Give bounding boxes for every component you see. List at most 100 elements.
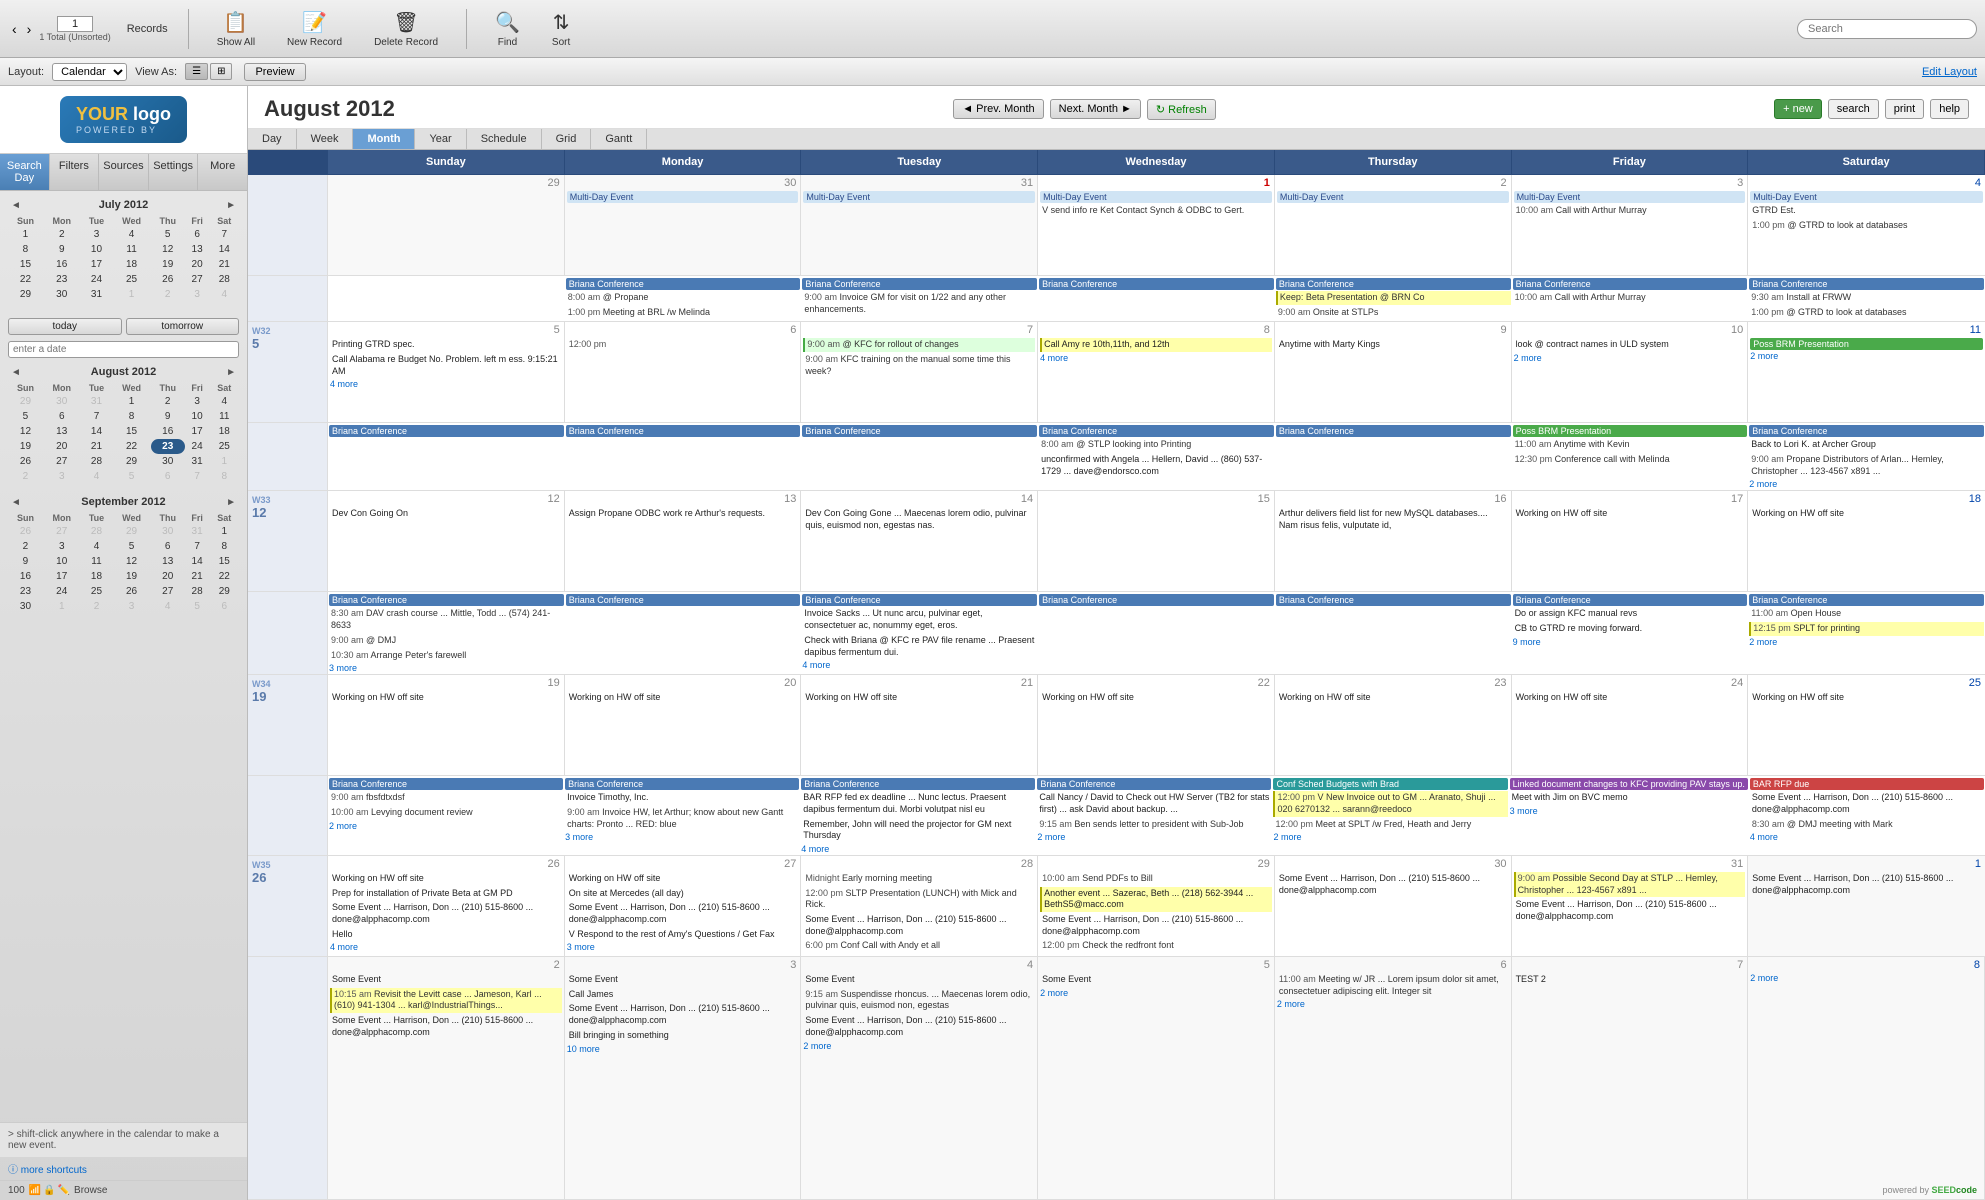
event-arrange[interactable]: 10:30 am Arrange Peter's farewell xyxy=(329,649,564,663)
conf2-fri[interactable]: Poss BRM Presentation11:00 am Anytime wi… xyxy=(1512,423,1749,490)
briana-conf-tue3[interactable]: Briana Conference xyxy=(802,594,1037,606)
mini-cal-day[interactable]: 29 xyxy=(112,454,150,469)
mini-cal-day[interactable]: 17 xyxy=(43,569,81,584)
more-link-3c[interactable]: 3 more xyxy=(1510,806,1748,816)
mini-cal-day[interactable]: 30 xyxy=(151,524,185,539)
new-record-button[interactable]: 📝 New Record xyxy=(279,6,350,52)
mini-cal-day[interactable]: 20 xyxy=(185,257,210,272)
day-cell-aug12[interactable]: 12 Dev Con Going On xyxy=(328,491,565,591)
mini-cal-day[interactable]: 29 xyxy=(8,287,43,302)
mini-cal-day[interactable]: 19 xyxy=(8,439,43,454)
event-working-hw8[interactable]: Working on HW off site xyxy=(1514,691,1746,705)
day-cell-aug16[interactable]: 16 Arthur delivers field list for new My… xyxy=(1275,491,1512,591)
day-cell-aug13[interactable]: 13 Assign Propane ODBC work re Arthur's … xyxy=(565,491,802,591)
mini-cal-day[interactable]: 5 xyxy=(151,227,185,242)
mini-cal-next-button[interactable]: ► xyxy=(223,200,239,211)
event-meet-jr[interactable]: 11:00 am Meeting w/ JR ... Lorem ipsum d… xyxy=(1277,973,1509,998)
day-cell-aug1[interactable]: 1 Multi-Day Event V send info re Ket Con… xyxy=(1038,175,1275,275)
day-cell-aug29[interactable]: 29 10:00 am Send PDFs to Bill Another ev… xyxy=(1038,856,1275,956)
mini-cal-day[interactable]: 16 xyxy=(8,569,43,584)
sidebar-tab-settings[interactable]: Settings xyxy=(149,154,199,190)
event-call-arthur[interactable]: 10:00 am Call with Arthur Murray xyxy=(1514,204,1746,218)
event-dmj[interactable]: 9:00 am @ DMJ xyxy=(329,634,564,648)
view-tab-week[interactable]: Week xyxy=(297,129,354,149)
briana-conf-wed2[interactable]: Briana Conference xyxy=(1039,425,1274,437)
mini-cal-day[interactable]: 3 xyxy=(43,539,81,554)
back-button[interactable]: ‹ xyxy=(8,19,21,39)
event-stlp[interactable]: 8:00 am @ STLP looking into Printing xyxy=(1039,438,1274,452)
event-harrison26[interactable]: Some Event ... Harrison, Don ... (210) 5… xyxy=(330,901,562,926)
page-number[interactable]: 1 xyxy=(57,16,93,32)
event-assign-propane[interactable]: Assign Propane ODBC work re Arthur's req… xyxy=(567,507,799,521)
event-propane[interactable]: 8:00 am @ Propane xyxy=(566,291,801,305)
day-cell-aug28[interactable]: 28 Midnight Early morning meeting 12:00 … xyxy=(801,856,1038,956)
more-link-4e[interactable]: 4 more xyxy=(1750,832,1984,842)
mini-cal-day[interactable]: 31 xyxy=(81,287,113,302)
mini-cal-day[interactable]: 15 xyxy=(210,554,239,569)
more-link-3d[interactable]: 3 more xyxy=(567,942,799,952)
event-call-arthur2[interactable]: 10:00 am Call with Arthur Murray xyxy=(1513,291,1748,305)
mini-cal-day[interactable]: 24 xyxy=(185,439,210,454)
conf3-sun[interactable]: Briana Conference8:30 am DAV crash cours… xyxy=(328,592,565,674)
mini-cal-day[interactable]: 29 xyxy=(112,524,150,539)
mini-cal-day[interactable]: 6 xyxy=(210,599,239,614)
mini-cal-day[interactable]: 1 xyxy=(8,227,43,242)
mini-cal-day[interactable]: 8 xyxy=(210,469,239,484)
mini-cal-day[interactable]: 4 xyxy=(151,599,185,614)
briana-conf-fri1[interactable]: Briana Conference xyxy=(1513,278,1748,290)
more-link-2g[interactable]: 2 more xyxy=(1037,832,1271,842)
day-cell-aug15[interactable]: 15 xyxy=(1038,491,1275,591)
day-cell-sep5[interactable]: 5 Some Event 2 more xyxy=(1038,957,1275,1199)
day-cell-jul31[interactable]: 31 Multi-Day Event xyxy=(801,175,1038,275)
more-link-4f[interactable]: 4 more xyxy=(330,942,562,952)
mini-cal-day[interactable]: 23 xyxy=(151,439,185,454)
more-link-2h[interactable]: 2 more xyxy=(1273,832,1507,842)
day-cell-aug27[interactable]: 27 Working on HW off site On site at Mer… xyxy=(565,856,802,956)
mini-cal-day[interactable]: 25 xyxy=(81,584,113,599)
mini-cal-day[interactable]: 24 xyxy=(81,272,113,287)
view-tab-year[interactable]: Year xyxy=(415,129,466,149)
conf3-fri[interactable]: Briana ConferenceDo or assign KFC manual… xyxy=(1512,592,1749,674)
mini-cal-day[interactable]: 22 xyxy=(210,569,239,584)
event-gtrd[interactable]: GTRD Est. xyxy=(1750,204,1983,218)
event-kfc-manual[interactable]: Do or assign KFC manual revs xyxy=(1513,607,1748,621)
mini-cal-day[interactable]: 28 xyxy=(185,584,210,599)
tomorrow-button[interactable]: tomorrow xyxy=(126,318,240,335)
sidebar-tab-more[interactable]: More xyxy=(198,154,247,190)
mini-cal-sep-prev[interactable]: ◄ xyxy=(8,497,24,508)
poss-brm-sat[interactable]: Poss BRM Presentation xyxy=(1750,338,1983,350)
briana-conf-mon1[interactable]: Briana Conference xyxy=(566,278,801,290)
day-cell-aug9[interactable]: 9 Anytime with Marty Kings xyxy=(1275,322,1512,422)
event-cb-gtrd[interactable]: CB to GTRD re moving forward. xyxy=(1513,622,1748,636)
event-onsite[interactable]: 9:00 am Onsite at STLPs xyxy=(1276,306,1511,320)
event-printing-gtrd[interactable]: Printing GTRD spec. xyxy=(330,338,562,352)
event-splt[interactable]: 12:15 pm SPLT for printing xyxy=(1749,622,1984,636)
mini-cal-day[interactable]: 6 xyxy=(151,539,185,554)
event-hello[interactable]: Hello xyxy=(330,928,562,942)
mini-cal-day[interactable]: 11 xyxy=(81,554,113,569)
mini-cal-day[interactable]: 1 xyxy=(43,599,81,614)
mini-cal-day[interactable]: 27 xyxy=(185,272,210,287)
mini-cal-day[interactable]: 8 xyxy=(210,539,239,554)
mini-cal-day[interactable]: 23 xyxy=(8,584,43,599)
mini-cal-day[interactable]: 15 xyxy=(8,257,43,272)
briana-conf-tue1[interactable]: Briana Conference xyxy=(802,278,1037,290)
event-open-house[interactable]: 11:00 am Open House xyxy=(1749,607,1984,621)
event-dev-con-going[interactable]: Dev Con Going Gone ... Maecenas lorem od… xyxy=(803,507,1035,532)
event-another-sazerac[interactable]: Another event ... Sazerac, Beth ... (218… xyxy=(1040,887,1272,912)
conf4-mon[interactable]: Briana ConferenceInvoice Timothy, Inc.9:… xyxy=(564,776,800,855)
conf-sched-budgets[interactable]: Conf Sched Budgets with Brad xyxy=(1273,778,1507,790)
day-cell-aug20[interactable]: 20 Working on HW off site xyxy=(565,675,802,775)
conf2-tue[interactable]: Briana Conference xyxy=(801,423,1038,490)
mini-cal-day[interactable]: 5 xyxy=(112,469,150,484)
day-cell-sep2[interactable]: 2 Some Event 10:15 am Revisit the Levitt… xyxy=(328,957,565,1199)
day-cell-aug14[interactable]: 14 Dev Con Going Gone ... Maecenas lorem… xyxy=(801,491,1038,591)
briana-conf-thu3[interactable]: Briana Conference xyxy=(1276,594,1511,606)
briana-conf-thu2[interactable]: Briana Conference xyxy=(1276,425,1511,437)
day-cell-aug26[interactable]: 26 Working on HW off site Prep for insta… xyxy=(328,856,565,956)
event-v-send[interactable]: V send info re Ket Contact Synch & ODBC … xyxy=(1040,204,1272,218)
mini-cal-day[interactable]: 9 xyxy=(151,409,185,424)
mini-cal-day[interactable]: 20 xyxy=(151,569,185,584)
conf-cell-tue1[interactable]: Briana Conference9:00 am Invoice GM for … xyxy=(801,276,1038,321)
mini-cal-day[interactable]: 7 xyxy=(185,469,210,484)
